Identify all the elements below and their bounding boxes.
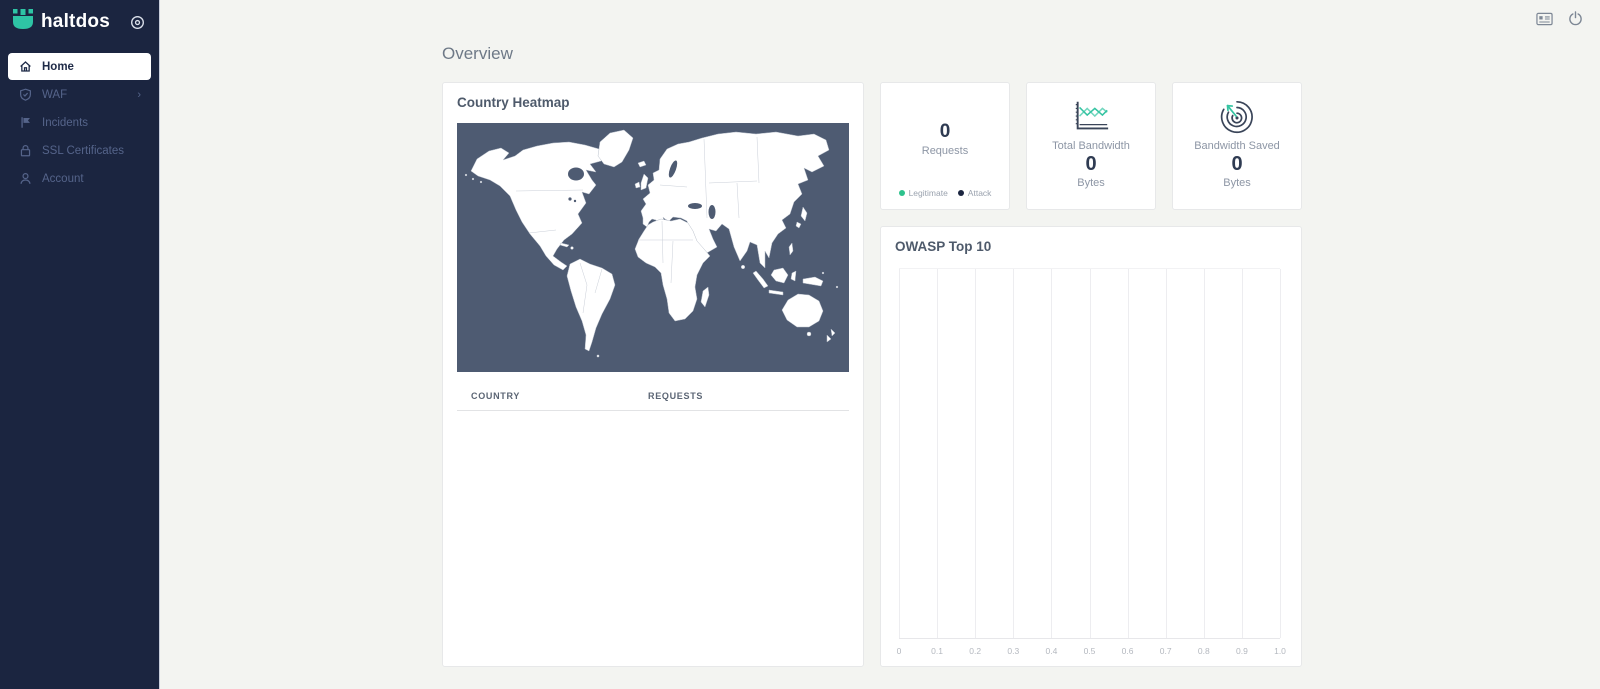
chart-gridline (1204, 269, 1205, 638)
lock-icon (18, 144, 32, 157)
chart-tick-label: 0 (897, 646, 902, 656)
legend-item-legitimate: Legitimate (899, 188, 948, 198)
owasp-top10-title: OWASP Top 10 (881, 227, 1301, 265)
sidebar-item-label: Account (42, 173, 84, 185)
country-heatmap-card: Country Heatmap (442, 82, 864, 667)
bandwidth-saved-spiral-icon (1217, 98, 1257, 136)
chevron-right-icon: › (137, 89, 141, 101)
power-icon[interactable] (1568, 11, 1583, 26)
sidebar-menu: Home WAF › Incidents (0, 43, 159, 203)
legend-item-attack: Attack (958, 188, 992, 198)
sidebar-item-home[interactable]: Home (8, 53, 151, 80)
chart-gridline (1166, 269, 1167, 638)
bandwidth-chart-icon (1071, 98, 1111, 136)
requests-legend: Legitimate Attack (881, 188, 1009, 198)
chart-gridline (1280, 269, 1281, 638)
attack-dot (958, 190, 964, 196)
chart-gridline (1013, 269, 1014, 638)
user-icon (18, 172, 32, 185)
bandwidth-saved-value: 0 (1231, 153, 1242, 176)
legend-label: Legitimate (909, 188, 948, 198)
chart-gridline (1128, 269, 1129, 638)
sidebar-item-ssl-certificates[interactable]: SSL Certificates (8, 137, 151, 164)
owasp-chart-grid (899, 268, 1280, 639)
bandwidth-saved-label: Bandwidth Saved (1194, 140, 1280, 152)
requests-count: 0 (881, 121, 1009, 143)
sidebar-item-label: Incidents (42, 117, 88, 129)
owasp-top10-card: OWASP Top 10 0 0.1 0.2 0.3 0.4 0.5 0.6 0.7 0.8 0.… (880, 226, 1302, 667)
page-content: Overview Country Heatmap (442, 44, 1302, 667)
chart-gridline (1242, 269, 1243, 638)
country-requests-table: COUNTRY REQUESTS (457, 384, 849, 411)
shield-icon (18, 88, 32, 101)
chart-gridline (975, 269, 976, 638)
sidebar-header: haltdos (0, 0, 159, 43)
total-bandwidth-label: Total Bandwidth (1052, 140, 1130, 152)
bandwidth-saved-card: Bandwidth Saved 0 Bytes (1172, 82, 1302, 210)
column-header-requests: REQUESTS (648, 391, 849, 401)
page-title: Overview (442, 44, 1302, 66)
bandwidth-saved-unit: Bytes (1223, 177, 1251, 189)
sidebar-item-waf[interactable]: WAF › (8, 81, 151, 108)
flag-icon (18, 116, 32, 129)
chart-tick-label: 0.3 (1007, 646, 1019, 656)
chart-tick-label: 0.9 (1236, 646, 1248, 656)
logo-text: haltdos (41, 11, 110, 33)
chart-tick-label: 0.8 (1198, 646, 1210, 656)
sidebar-item-account[interactable]: Account (8, 165, 151, 192)
chart-tick-label: 0.6 (1122, 646, 1134, 656)
table-header-row: COUNTRY REQUESTS (457, 384, 849, 411)
home-icon (18, 60, 32, 73)
chart-tick-label: 0.4 (1045, 646, 1057, 656)
sidebar: haltdos Home WAF › (0, 0, 160, 689)
total-bandwidth-value: 0 (1085, 153, 1096, 176)
chart-gridline (899, 269, 900, 638)
total-bandwidth-unit: Bytes (1077, 177, 1105, 189)
requests-label: Requests (881, 145, 1009, 157)
chart-gridline (1051, 269, 1052, 638)
chart-gridline (937, 269, 938, 638)
chart-tick-label: 1.0 (1274, 646, 1286, 656)
card-view-icon[interactable] (1536, 12, 1553, 26)
legitimate-dot (899, 190, 905, 196)
circled-dot-icon[interactable] (130, 15, 145, 30)
sidebar-item-label: Home (42, 61, 74, 73)
legend-label: Attack (968, 188, 992, 198)
requests-stat-card: 0 Requests Legitimate Attack (880, 82, 1010, 210)
total-bandwidth-card: Total Bandwidth 0 Bytes (1026, 82, 1156, 210)
chart-tick-label: 0.1 (931, 646, 943, 656)
country-heatmap-title: Country Heatmap (443, 83, 863, 121)
chart-tick-label: 0.7 (1160, 646, 1172, 656)
world-map[interactable] (457, 123, 849, 372)
haltdos-logo-icon (12, 9, 34, 35)
topbar-actions (1536, 11, 1583, 26)
chart-tick-label: 0.5 (1084, 646, 1096, 656)
chart-gridline (1090, 269, 1091, 638)
sidebar-item-label: WAF (42, 89, 67, 101)
main-area: Overview Country Heatmap (161, 0, 1600, 689)
sidebar-item-incidents[interactable]: Incidents (8, 109, 151, 136)
column-header-country: COUNTRY (457, 391, 648, 401)
logo[interactable]: haltdos (12, 9, 110, 35)
chart-tick-label: 0.2 (969, 646, 981, 656)
sidebar-item-label: SSL Certificates (42, 145, 124, 157)
owasp-chart-ticks: 00.10.20.30.40.50.60.70.80.91.0 (899, 646, 1280, 658)
